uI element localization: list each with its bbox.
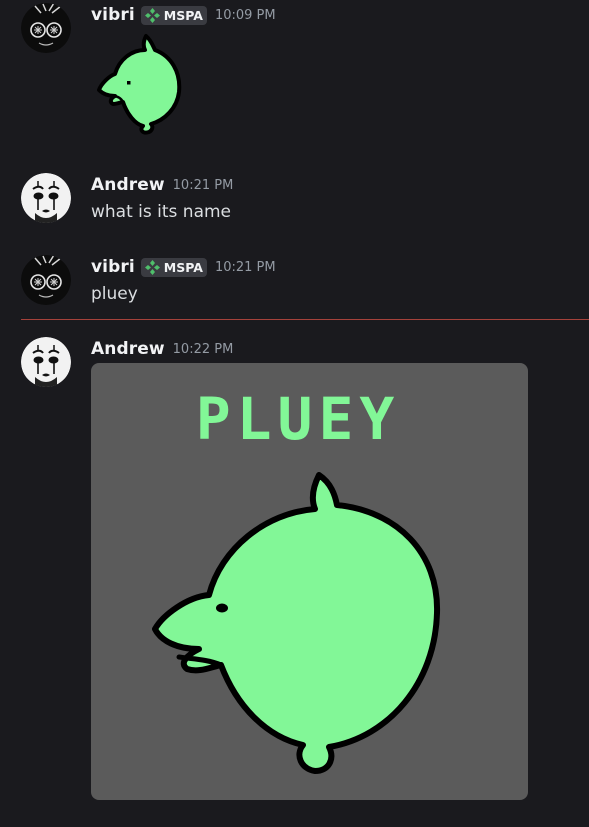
green-blob-creature-icon [97, 34, 182, 135]
creature-eye [216, 603, 228, 613]
message-text: pluey [91, 284, 138, 304]
creature-body [152, 472, 441, 774]
server-tag[interactable]: MSPA [140, 5, 207, 25]
message-header: Andrew 10:22 PM [91, 339, 233, 359]
username[interactable]: vibri [91, 5, 135, 25]
message-andrew-question[interactable]: Andrew 10:21 PM what is its name [0, 170, 589, 236]
chat-messages: vibri MSPA 10:09 PM Andrew 10:21 PM what… [0, 0, 589, 827]
new-messages-divider [21, 319, 589, 320]
diamond-tag-icon [144, 259, 160, 275]
spiky-face-avatar-icon [21, 3, 71, 53]
user-avatar[interactable] [21, 173, 71, 223]
message-header: vibri MSPA 10:09 PM [91, 5, 276, 25]
server-tag[interactable]: MSPA [140, 257, 207, 277]
timestamp[interactable]: 10:09 PM [215, 8, 276, 23]
timestamp[interactable]: 10:21 PM [173, 178, 234, 193]
username[interactable]: Andrew [91, 339, 165, 359]
tag-label: MSPA [163, 7, 203, 23]
image-attachment[interactable]: PLUEY [91, 363, 528, 800]
username[interactable]: vibri [91, 257, 135, 277]
timestamp[interactable]: 10:21 PM [215, 260, 276, 275]
message-header: vibri MSPA 10:21 PM [91, 257, 276, 277]
user-avatar[interactable] [21, 337, 71, 387]
tag-label: MSPA [163, 259, 203, 275]
pluey-drawing: PLUEY [152, 385, 441, 774]
user-avatar[interactable] [21, 255, 71, 305]
user-avatar[interactable] [21, 3, 71, 53]
message-vibri-sticker[interactable]: vibri MSPA 10:09 PM [0, 0, 589, 150]
mime-face-avatar-icon [21, 173, 71, 223]
message-header: Andrew 10:21 PM [91, 175, 233, 195]
diamond-tag-icon [144, 7, 160, 23]
message-vibri-answer[interactable]: vibri MSPA 10:21 PM pluey [0, 252, 589, 318]
drawing-caption: PLUEY [196, 385, 401, 453]
mime-face-avatar-icon [21, 337, 71, 387]
username[interactable]: Andrew [91, 175, 165, 195]
spiky-face-avatar-icon [21, 255, 71, 305]
message-text: what is its name [91, 202, 232, 222]
timestamp[interactable]: 10:22 PM [173, 342, 234, 357]
sticker-image[interactable] [91, 32, 187, 136]
